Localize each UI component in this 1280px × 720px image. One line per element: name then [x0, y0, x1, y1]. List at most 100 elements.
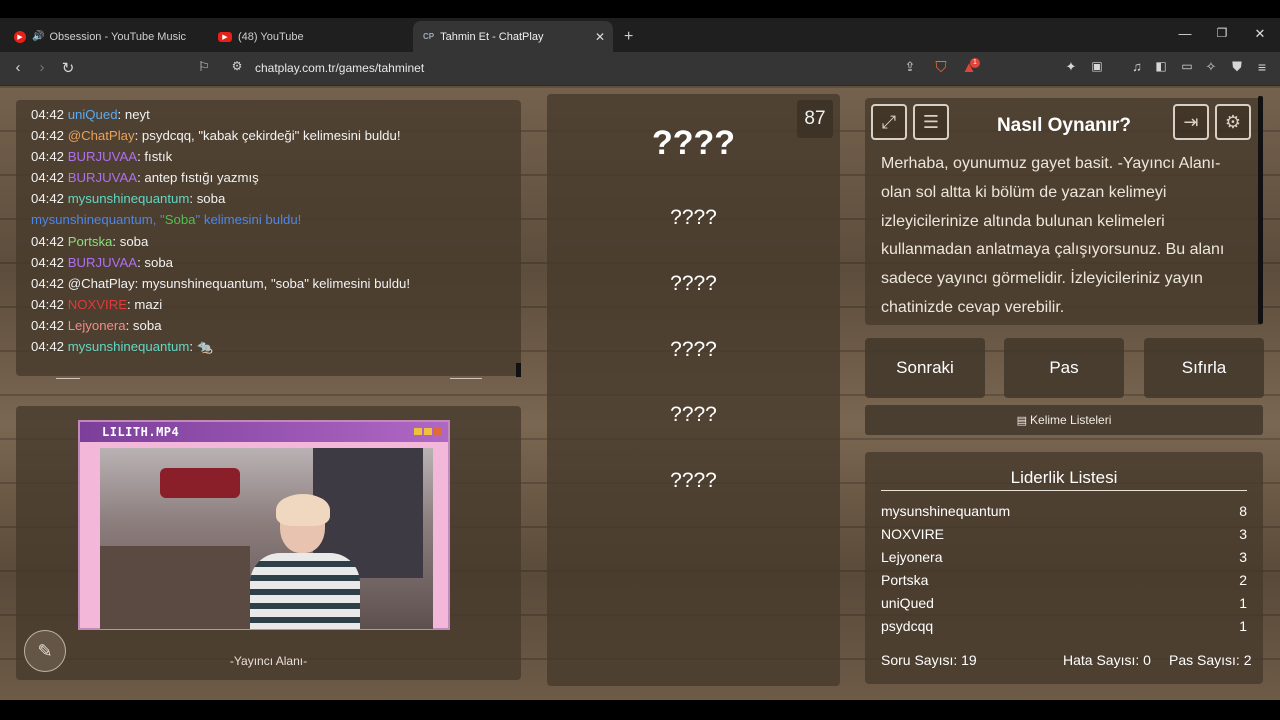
back-icon[interactable]: ‹ — [7, 59, 29, 76]
chat-line: 04:42 NOXVIRE: mazi — [31, 296, 163, 312]
leo-ai-icon[interactable]: ✧ — [1200, 59, 1222, 75]
chat-line: 04:42 BURJUVAA: fıstık — [31, 149, 173, 165]
vpn-icon[interactable]: ⛊ — [1226, 59, 1248, 75]
leaderboard-row: NOXVIRE 3 — [881, 526, 1247, 542]
chat-username: Portska — [67, 233, 113, 249]
speaker-icon: 🔊 — [32, 31, 45, 42]
how-to-play-text: Merhaba, oyunumuz gayet basit. -Yayıncı … — [881, 155, 1225, 316]
chat-scrollbar[interactable] — [516, 363, 521, 377]
chat-line: 04:42 uniQued: neyt — [31, 107, 150, 122]
forbidden-word: ???? — [670, 272, 717, 295]
share-icon[interactable]: ⇪ — [899, 59, 921, 75]
chat-found-notice: mysunshinequantum, "Soba" kelimesini bul… — [31, 212, 302, 228]
menu-icon[interactable]: ≡ — [1251, 59, 1273, 75]
chat-username: BURJUVAA — [67, 254, 138, 270]
chat-line: 04:42 Portska: soba — [31, 233, 149, 249]
chat-line: 04:42 Lejyonera: soba — [31, 317, 162, 333]
screen: { "browser": { "tabs": [ {"label": "Obse… — [0, 0, 1280, 720]
notification-badge: 1 — [970, 58, 980, 68]
how-to-play-scrollbar[interactable] — [1258, 96, 1263, 324]
decoration — [160, 468, 240, 498]
divider-line — [450, 378, 482, 379]
maximize-icon — [424, 428, 432, 435]
streamer-area-label: -Yayıncı Alanı- — [229, 654, 308, 668]
chat-line: 04:42 mysunshinequantum: soba — [31, 191, 226, 207]
chat-panel: 04:42 uniQued: neyt 04:42 @ChatPlay: psy… — [16, 100, 521, 377]
leaderboard-row: Portska 2 — [881, 572, 1247, 588]
word-lists-button[interactable]: ▤ Kelime Listeleri — [865, 405, 1263, 435]
tab-youtube-music[interactable]: ▶ 🔊 Obsession - YouTube Music — [4, 21, 204, 52]
chat-line: 04:42 BURJUVAA: soba — [31, 254, 173, 270]
chat-username: BURJUVAA — [67, 149, 138, 165]
words-panel — [547, 94, 840, 686]
leaderboard-divider — [881, 490, 1247, 491]
chat-username: NOXVIRE — [67, 296, 128, 312]
chat-username: BURJUVAA — [67, 170, 138, 186]
extensions-icon[interactable]: ✦ — [1060, 59, 1082, 75]
close-tab-icon[interactable]: ✕ — [595, 30, 605, 44]
forward-icon[interactable]: › — [31, 59, 53, 76]
tab-label: Obsession - YouTube Music — [49, 30, 187, 43]
chat-username: Lejyonera — [67, 317, 126, 333]
chat-line: 04:42 mysunshinequantum: 🐀 — [31, 339, 214, 355]
minimize-icon[interactable]: — — [1170, 26, 1200, 41]
forbidden-word: ???? — [670, 403, 717, 426]
streamer — [250, 494, 360, 629]
forbidden-word: ???? — [670, 469, 717, 492]
screenshot-icon[interactable]: ▣ — [1086, 59, 1108, 73]
chat-line: 04:42 @ChatPlay: mysunshinequantum, "sob… — [31, 275, 411, 291]
webcam-window-controls — [414, 428, 442, 435]
media-icon[interactable]: ♫ — [1126, 59, 1148, 74]
browser-toolbar: ‹ › ↻ ⚐ ⚙ chatplay.com.tr/games/tahminet… — [0, 52, 1280, 86]
chat-username: mysunshinequantum — [67, 191, 190, 207]
leaderboard-title: Liderlik Listesi — [1010, 468, 1118, 487]
reset-button[interactable]: Sıfırla — [1144, 338, 1264, 398]
tab-label: (48) YouTube — [238, 30, 304, 43]
pass-count: Pas Sayısı: 2 — [1169, 652, 1252, 668]
webcam-feed — [100, 448, 433, 629]
leaderboard-row: mysunshinequantum 8 — [881, 503, 1247, 519]
chat-line: 04:42 @ChatPlay: psydcqq, "kabak çekirde… — [31, 128, 401, 144]
forbidden-word: ???? — [670, 338, 717, 361]
forbidden-word: ???? — [670, 206, 717, 229]
chat-username: @ChatPlay — [67, 275, 135, 291]
leaderboard-row: Lejyonera 3 — [881, 549, 1247, 565]
minimize-icon — [414, 428, 422, 435]
shelf — [100, 546, 250, 629]
error-count: Hata Sayısı: 0 — [1063, 652, 1151, 668]
webcam-window: LILITH.MP4 — [78, 420, 450, 630]
site-settings-icon[interactable]: ⚙ — [226, 59, 248, 73]
chatplay-favicon: CP — [423, 32, 435, 41]
webcam-title: LILITH.MP4 — [80, 422, 448, 442]
chat-line: 04:42 BURJUVAA: antep fıstığı yazmış — [31, 170, 259, 186]
chat-username: mysunshinequantum — [67, 339, 190, 355]
browser-tab-bar: ▶ 🔊 Obsession - YouTube Music ▶ (48) You… — [0, 18, 1280, 52]
leaderboard-row: psydcqq 1 — [881, 618, 1247, 634]
bottom-black-band — [0, 700, 1280, 720]
next-button[interactable]: Sonraki — [865, 338, 985, 398]
sidebar-icon[interactable]: ◧ — [1150, 59, 1172, 73]
wallet-icon[interactable]: ▭ — [1176, 59, 1198, 73]
pass-button[interactable]: Pas — [1004, 338, 1124, 398]
top-black-band — [0, 0, 1280, 18]
close-icon — [434, 428, 442, 435]
restore-icon[interactable]: ❐ — [1207, 26, 1237, 40]
question-count: Soru Sayısı: 19 — [881, 652, 977, 668]
reload-icon[interactable]: ↻ — [57, 59, 79, 77]
youtube-icon: ▶ — [218, 31, 232, 42]
target-word: ???? — [651, 124, 736, 162]
leaderboard-row: uniQued 1 — [881, 595, 1247, 611]
document-icon: ▤ — [1016, 415, 1031, 427]
divider-line — [56, 378, 80, 379]
brave-shield-icon[interactable]: ⛉ — [930, 59, 952, 76]
chat-username: @ChatPlay — [67, 128, 135, 144]
window-close-icon[interactable]: ✕ — [1245, 26, 1275, 42]
how-to-play-title: Nasıl Oynanır? — [996, 115, 1132, 136]
tab-chatplay[interactable]: CP Tahmin Et - ChatPlay ✕ — [413, 21, 613, 52]
new-tab-button[interactable]: + — [620, 21, 644, 52]
url-field[interactable]: chatplay.com.tr/games/tahminet — [255, 61, 424, 75]
youtube-music-icon: ▶ — [14, 30, 26, 43]
tab-youtube[interactable]: ▶ (48) YouTube — [208, 21, 408, 52]
tab-label: Tahmin Et - ChatPlay — [440, 30, 544, 43]
bookmark-icon[interactable]: ⚐ — [193, 59, 215, 75]
